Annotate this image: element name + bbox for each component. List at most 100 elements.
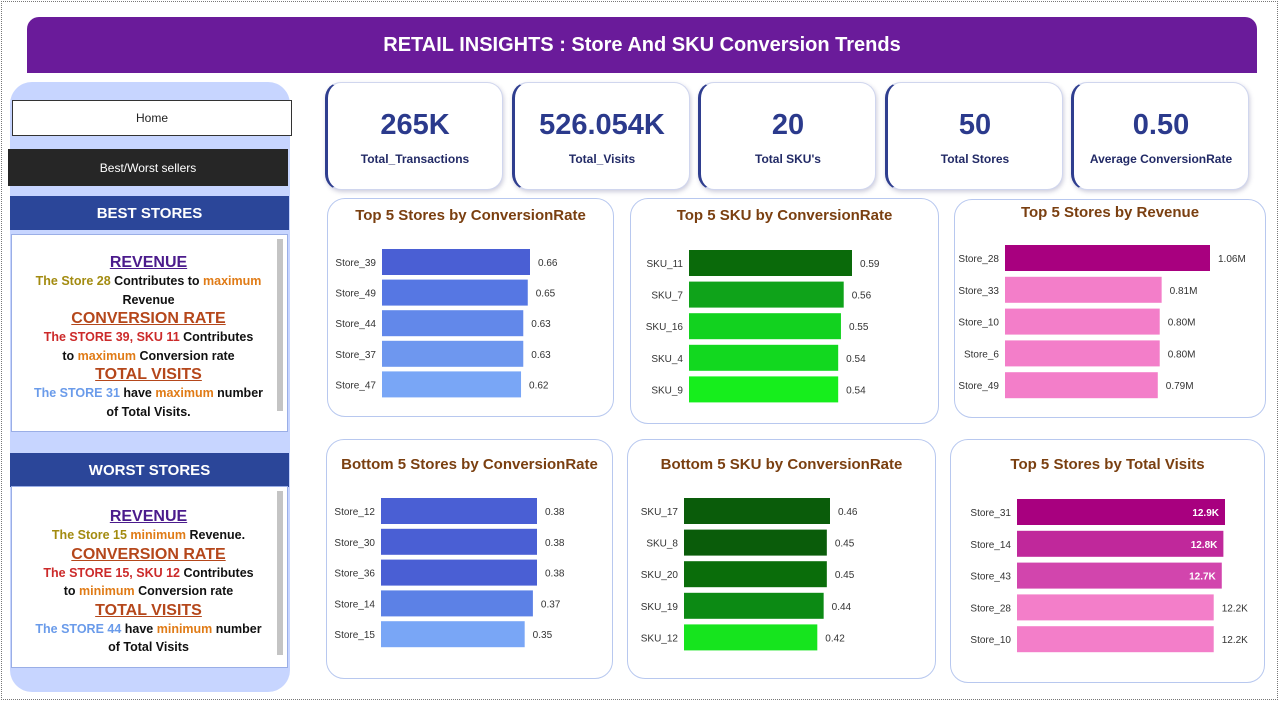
- data-label: 0.35: [533, 630, 553, 641]
- best-stores-heading: BEST STORES: [10, 196, 289, 230]
- best-worst-sellers-button[interactable]: Best/Worst sellers: [8, 149, 288, 186]
- bar[interactable]: [689, 281, 844, 308]
- dashboard-title: RETAIL INSIGHTS : Store And SKU Conversi…: [27, 17, 1257, 73]
- data-label: 0.80M: [1168, 349, 1196, 360]
- kpi-label: Average ConversionRate: [1089, 152, 1233, 166]
- data-label: 0.79M: [1166, 381, 1194, 392]
- visits-text: The STORE 31 have maximum number: [33, 386, 264, 400]
- data-label: 0.37: [541, 599, 561, 610]
- visits-text: The STORE 44 have minimum number: [35, 621, 262, 636]
- bar[interactable]: [1005, 245, 1210, 271]
- revenue-text: The Store 28 Contributes to maximum: [35, 274, 262, 288]
- data-label: 0.59: [860, 259, 880, 270]
- bar[interactable]: [382, 310, 524, 337]
- bar[interactable]: [1017, 626, 1214, 653]
- data-label: 0.65: [536, 289, 556, 300]
- chart-top-stores-visits[interactable]: Top 5 Stores by Total Visits Store_31 12.…: [950, 439, 1265, 683]
- scrollbar[interactable]: [277, 491, 283, 655]
- data-label: 0.38: [545, 569, 565, 580]
- revenue-text: The Store 15 minimum Revenue.: [51, 528, 246, 542]
- data-label: 0.66: [538, 258, 558, 269]
- bar[interactable]: [382, 371, 522, 398]
- category-label: Store_28: [970, 603, 1011, 614]
- visits-text-cont: of Total Visits: [108, 640, 189, 654]
- conversion-heading: CONVERSION RATE: [71, 310, 226, 327]
- kpi-value: 526.054K: [539, 109, 665, 141]
- conversion-text-cont: to maximum Conversion rate: [62, 348, 235, 363]
- conversion-text: The STORE 15, SKU 12 Contributes: [43, 565, 254, 580]
- chart-top-stores-revenue[interactable]: Top 5 Stores by Revenue Store_28 1.06M Sto…: [954, 199, 1266, 418]
- kpi-card-transactions: 265K Total_Transactions: [325, 82, 503, 190]
- bar[interactable]: [1005, 372, 1158, 399]
- bar[interactable]: [689, 313, 841, 340]
- bar[interactable]: [689, 250, 852, 276]
- category-label: Store_33: [958, 286, 999, 297]
- data-label: 0.62: [529, 380, 549, 391]
- data-label: 0.45: [835, 570, 855, 581]
- category-label: SKU_11: [646, 259, 683, 270]
- visits-heading: TOTAL VISITS: [95, 366, 202, 383]
- category-label: Store_37: [335, 350, 376, 361]
- category-label: Store_14: [334, 599, 375, 610]
- category-label: Store_44: [335, 319, 376, 330]
- conversion-heading: CONVERSION RATE: [71, 545, 226, 563]
- category-label: Store_47: [335, 380, 376, 391]
- bar[interactable]: [382, 249, 530, 275]
- bar[interactable]: [1005, 340, 1160, 367]
- data-label: 12.2K: [1222, 635, 1248, 646]
- category-label: Store_15: [334, 630, 375, 641]
- category-label: Store_39: [335, 258, 376, 269]
- data-label: 0.46: [838, 507, 858, 518]
- chart-bottom-stores-conversion[interactable]: Bottom 5 Stores by ConversionRate Store_…: [326, 439, 613, 679]
- bar[interactable]: [1005, 276, 1162, 303]
- bar[interactable]: [684, 624, 818, 651]
- bar[interactable]: [684, 561, 827, 588]
- data-label: 12.2K: [1222, 603, 1248, 614]
- category-label: SKU_7: [651, 291, 683, 302]
- bar[interactable]: [381, 528, 537, 555]
- revenue-heading: REVENUE: [109, 508, 188, 525]
- chart-bottom-sku-conversion[interactable]: Bottom 5 SKU by ConversionRate SKU_17 0.4…: [627, 439, 936, 679]
- bar[interactable]: [1005, 308, 1160, 335]
- data-label: 0.54: [846, 385, 866, 396]
- bar[interactable]: [382, 340, 524, 367]
- data-label: 1.06M: [1218, 254, 1246, 265]
- bar[interactable]: [381, 590, 533, 617]
- bar[interactable]: [684, 529, 827, 556]
- bar[interactable]: [684, 592, 824, 619]
- kpi-label: Total_Visits: [568, 152, 636, 166]
- bar[interactable]: [381, 498, 537, 524]
- visits-heading: TOTAL VISITS: [95, 601, 202, 619]
- data-label: 12.7K: [1189, 572, 1216, 583]
- worst-stores-summary: REVENUE The Store 15 minimum Revenue. CO…: [11, 486, 288, 668]
- data-label: 0.44: [832, 602, 852, 613]
- revenue-text-cont: Revenue: [122, 292, 175, 307]
- kpi-value: 50: [958, 109, 992, 141]
- data-label: 12.9K: [1192, 508, 1219, 519]
- bar[interactable]: [689, 376, 839, 403]
- category-label: Store_31: [970, 508, 1011, 519]
- chart-top-stores-conversion[interactable]: Top 5 Stores by ConversionRate Store_39 0…: [327, 198, 614, 417]
- kpi-card-skus: 20 Total SKU's: [698, 82, 876, 190]
- kpi-card-conversion: 0.50 Average ConversionRate: [1071, 82, 1249, 190]
- bar[interactable]: [382, 279, 528, 306]
- chart-top-sku-conversion[interactable]: Top 5 SKU by ConversionRate SKU_11 0.59 SK…: [630, 198, 939, 424]
- bar[interactable]: [684, 498, 830, 524]
- bar[interactable]: [1017, 594, 1214, 621]
- visits-text-cont: of Total Visits.: [106, 404, 191, 419]
- bar[interactable]: [689, 344, 839, 371]
- bar[interactable]: [381, 621, 525, 648]
- scrollbar[interactable]: [277, 239, 283, 411]
- kpi-label: Total_Transactions: [360, 152, 470, 166]
- kpi-label: Total SKU's: [755, 152, 821, 166]
- kpi-card-stores: 50 Total Stores: [885, 82, 1063, 190]
- kpi-value: 0.50: [1132, 109, 1190, 141]
- data-label: 0.81M: [1170, 286, 1198, 297]
- bar[interactable]: [381, 559, 537, 586]
- category-label: Store_43: [970, 572, 1011, 583]
- home-button[interactable]: Home: [12, 100, 292, 136]
- kpi-value: 20: [771, 109, 805, 141]
- category-label: SKU_17: [641, 507, 679, 518]
- data-label: 0.63: [531, 319, 551, 330]
- data-label: 0.54: [846, 354, 866, 365]
